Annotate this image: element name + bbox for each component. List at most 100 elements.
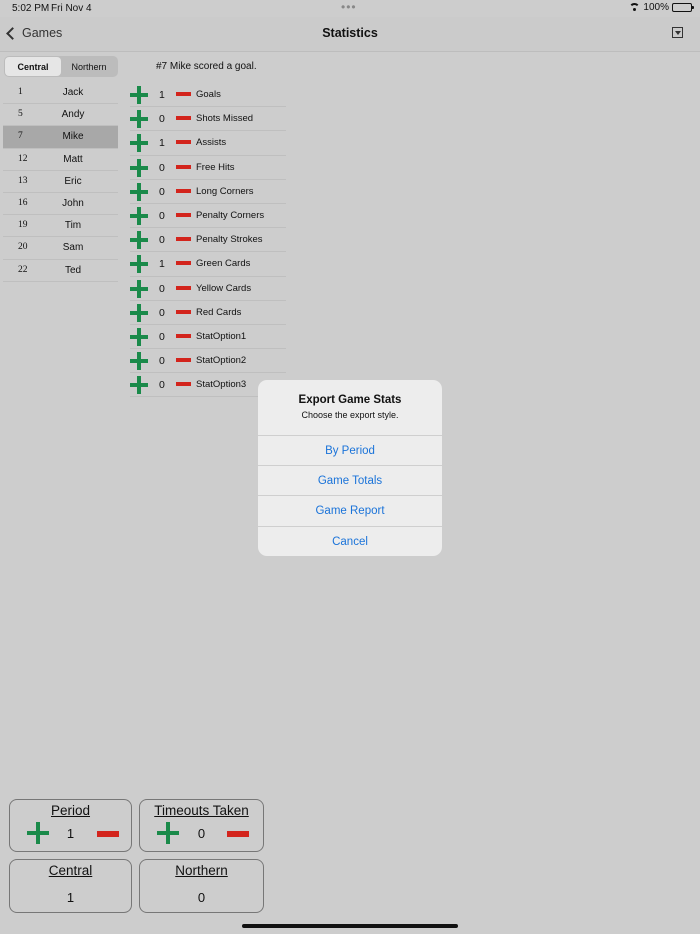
team-segmented-control: Central Northern: [4, 56, 118, 77]
stat-row: 1 Green Cards: [130, 252, 286, 277]
stat-value: 0: [159, 113, 165, 126]
status-bar: 5:02 PM Fri Nov 4 ••• 100%: [0, 0, 700, 17]
stat-label: Penalty Strokes: [196, 234, 263, 246]
game-totals-button[interactable]: Game Totals: [258, 465, 442, 496]
decrement-minus-icon[interactable]: [176, 382, 191, 387]
wifi-icon: [629, 3, 641, 12]
timeouts-box: Timeouts Taken 0: [139, 799, 264, 852]
away-score-value: 0: [197, 890, 206, 905]
increment-plus-icon[interactable]: [130, 303, 148, 322]
stat-row: 1 Goals: [130, 83, 286, 108]
player-row[interactable]: 19 Tim: [3, 215, 118, 238]
stat-row: 0 Yellow Cards: [130, 277, 286, 301]
stat-label: StatOption3: [196, 379, 247, 391]
stat-label: StatOption2: [196, 355, 247, 367]
stat-row: 0 Penalty Strokes: [130, 228, 286, 253]
stat-value: 1: [159, 89, 165, 101]
multitasking-dots-icon[interactable]: •••: [341, 0, 357, 14]
stat-list: 1 Goals 0 Shots Missed 1 Assists 0 Free Hits 0 Lo…: [130, 83, 286, 398]
team-segment-central[interactable]: Central: [5, 57, 61, 76]
game-report-button[interactable]: Game Report: [258, 495, 442, 526]
increment-plus-icon[interactable]: [130, 158, 148, 177]
stat-row: 0 Free Hits: [130, 156, 286, 180]
player-name: Eric: [64, 175, 82, 187]
increment-plus-icon[interactable]: [130, 279, 148, 298]
increment-plus-icon[interactable]: [130, 376, 148, 395]
home-score-box: Central 1: [9, 859, 132, 913]
player-name: Andy: [61, 109, 85, 121]
decrement-minus-icon[interactable]: [176, 237, 191, 242]
increment-plus-icon[interactable]: [130, 352, 148, 371]
player-row[interactable]: 13 Eric: [3, 171, 118, 193]
decrement-minus-icon[interactable]: [176, 212, 191, 217]
page-title: Statistics: [322, 26, 378, 40]
stat-row: 0 Long Corners: [130, 180, 286, 204]
stat-value: 0: [159, 355, 165, 368]
home-score-value: 1: [66, 890, 75, 905]
increment-plus-icon[interactable]: [130, 231, 148, 250]
stat-row: 0 Penalty Corners: [130, 204, 286, 229]
decrement-minus-icon[interactable]: [176, 285, 191, 290]
increment-plus-icon[interactable]: [130, 110, 148, 129]
increment-plus-icon[interactable]: [130, 206, 148, 225]
player-row[interactable]: 1 Jack: [3, 82, 118, 105]
decrement-minus-icon[interactable]: [176, 333, 191, 338]
stat-label: Penalty Corners: [196, 209, 265, 221]
home-indicator[interactable]: [242, 924, 458, 928]
decrement-minus-icon[interactable]: [176, 116, 191, 121]
increment-plus-icon[interactable]: [130, 134, 148, 153]
player-name: Matt: [63, 153, 83, 165]
player-name: Mike: [62, 131, 84, 143]
stat-value: 0: [159, 209, 165, 222]
stat-value: 0: [159, 330, 165, 343]
player-name: Ted: [64, 264, 82, 276]
stat-label: Assists: [196, 137, 227, 149]
by-period-button[interactable]: By Period: [258, 435, 442, 466]
player-name: Tim: [64, 220, 82, 232]
stat-value: 0: [159, 161, 165, 174]
stat-label: Free Hits: [196, 161, 235, 173]
team-segment-northern[interactable]: Northern: [61, 57, 117, 76]
stat-row: 0 Red Cards: [130, 301, 286, 325]
player-row[interactable]: 12 Matt: [3, 149, 118, 171]
stat-label: Yellow Cards: [196, 282, 252, 294]
triangle-down-icon: [674, 30, 681, 35]
decrement-minus-icon[interactable]: [176, 92, 191, 96]
dialog-title: Export Game Stats: [298, 394, 402, 406]
decrement-minus-icon[interactable]: [176, 188, 191, 193]
increment-plus-icon[interactable]: [130, 255, 148, 274]
increment-plus-icon[interactable]: [130, 182, 148, 201]
period-box: Period 1: [9, 799, 132, 852]
decrement-minus-icon[interactable]: [176, 261, 191, 266]
stat-value: 0: [159, 379, 165, 392]
decrement-minus-icon[interactable]: [176, 309, 191, 314]
period-decrement-minus-icon[interactable]: [97, 831, 119, 837]
decrement-minus-icon[interactable]: [176, 358, 191, 363]
away-team-label: Northern: [175, 863, 228, 878]
player-row[interactable]: 7 Mike: [3, 126, 118, 149]
dialog-message: Choose the export style.: [301, 410, 399, 420]
player-row[interactable]: 5 Andy: [3, 104, 118, 127]
stat-label: Red Cards: [196, 306, 242, 318]
stat-label: Shots Missed: [196, 113, 254, 125]
stat-value: 1: [159, 137, 165, 150]
player-row[interactable]: 20 Sam: [3, 237, 118, 260]
timeouts-decrement-minus-icon[interactable]: [227, 831, 249, 837]
dropdown-menu-button[interactable]: [672, 27, 683, 38]
decrement-minus-icon[interactable]: [176, 164, 191, 169]
stat-value: 0: [159, 306, 165, 319]
player-row[interactable]: 16 John: [3, 193, 118, 216]
cancel-button[interactable]: Cancel: [258, 526, 442, 556]
timeouts-label: Timeouts Taken: [154, 803, 249, 818]
navigation-bar: Games Statistics: [0, 17, 700, 52]
stat-value: 0: [159, 185, 165, 198]
stat-label: Goals: [196, 89, 221, 100]
increment-plus-icon[interactable]: [130, 327, 148, 346]
increment-plus-icon[interactable]: [130, 86, 148, 104]
stat-row: 0 StatOption2: [130, 349, 286, 374]
export-dialog: Export Game Stats Choose the export styl…: [258, 380, 442, 556]
player-row[interactable]: 22 Ted: [3, 260, 118, 282]
decrement-minus-icon[interactable]: [176, 140, 191, 145]
stat-value: 0: [159, 234, 165, 247]
battery-percent: 100%: [643, 2, 669, 13]
